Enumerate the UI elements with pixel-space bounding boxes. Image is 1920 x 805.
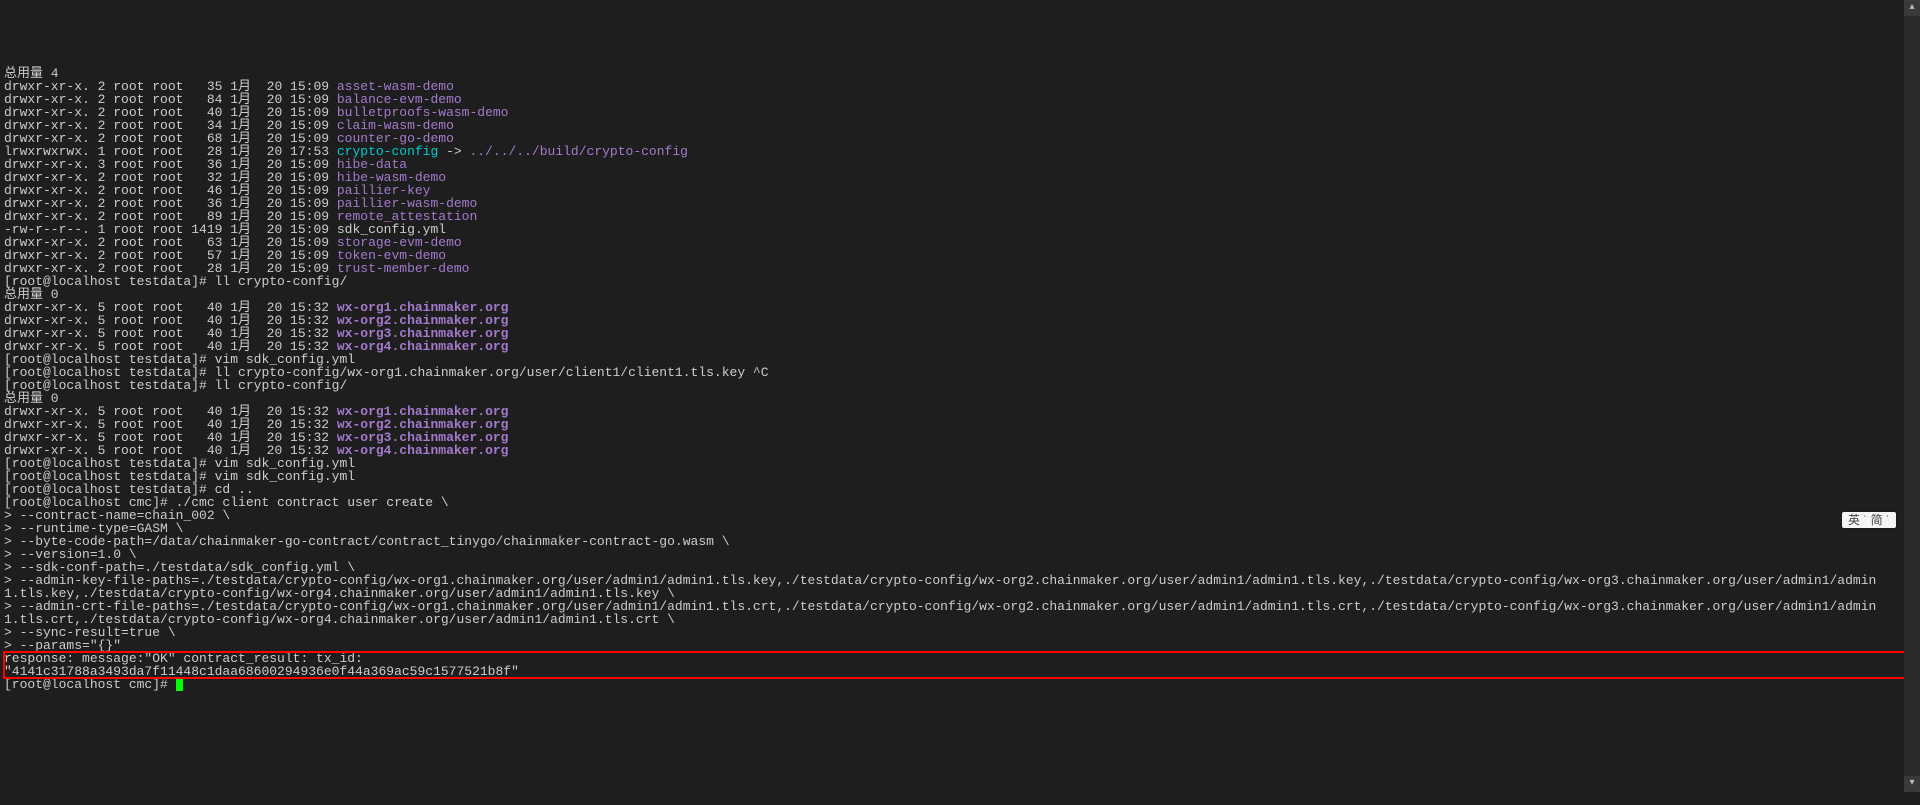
ime-indicator[interactable]: 英 ˙ 简 ˙ — [1842, 512, 1896, 528]
terminal-view[interactable]: 总用量 4drwxr-xr-x. 2 root root 35 1月 20 15… — [0, 65, 1920, 693]
cmd-line: > --sync-result=true \ — [4, 626, 1916, 639]
prompt-line: [root@localhost testdata]# vim sdk_confi… — [4, 470, 1916, 483]
cmd-line: > --contract-name=chain_002 \ — [4, 509, 1916, 522]
cmd-line: > --byte-code-path=/data/chainmaker-go-c… — [4, 535, 1916, 548]
scroll-down-button[interactable]: ▾ — [1904, 776, 1920, 792]
prompt-line: [root@localhost cmc]# ./cmc client contr… — [4, 496, 1916, 509]
scrollbar[interactable]: ▴ ▾ — [1904, 0, 1920, 792]
prompt-line: [root@localhost testdata]# ll crypto-con… — [4, 379, 1916, 392]
prompt-line[interactable]: [root@localhost cmc]# — [4, 678, 1916, 691]
cursor-icon — [176, 678, 183, 691]
scroll-up-button[interactable]: ▴ — [1904, 0, 1920, 16]
response-highlight — [3, 651, 1915, 679]
cmd-line: 1.tls.crt,./testdata/crypto-config/wx-or… — [4, 613, 1916, 626]
prompt-line: [root@localhost testdata]# ll crypto-con… — [4, 275, 1916, 288]
